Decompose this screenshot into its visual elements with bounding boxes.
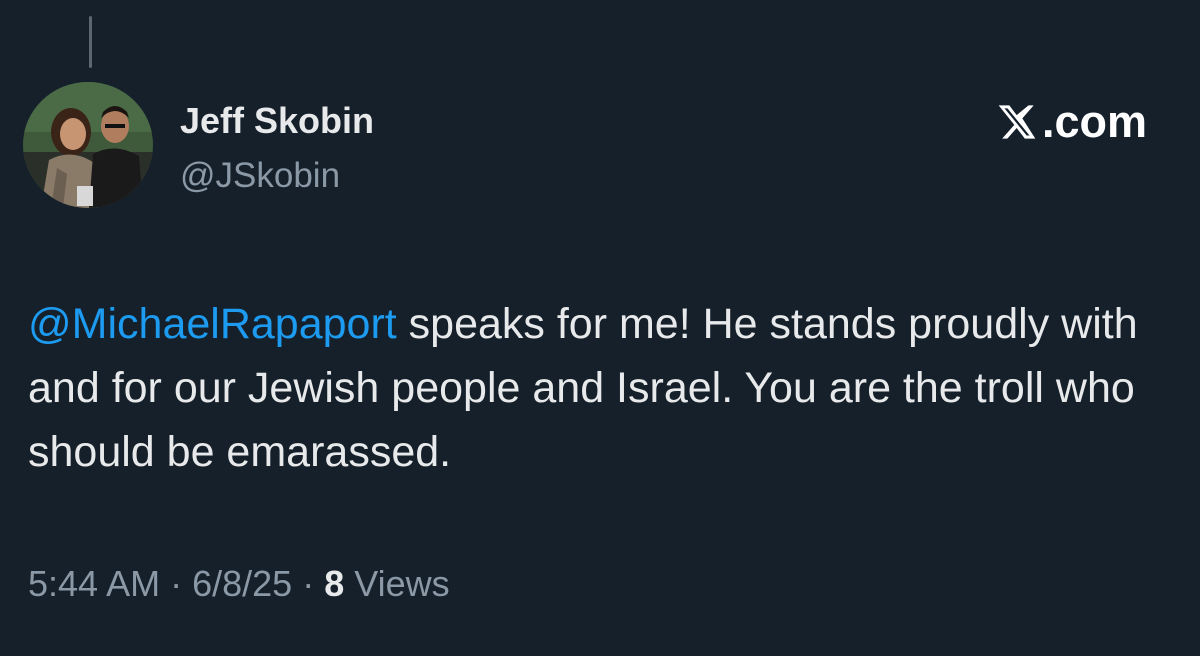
x-logo-icon <box>998 105 1036 139</box>
tweet-text: @MichaelRapaport speaks for me! He stand… <box>28 292 1178 484</box>
views-count: 8 <box>324 563 345 604</box>
tweet-time[interactable]: 5:44 AM <box>28 563 160 604</box>
meta-separator: · <box>292 563 325 604</box>
mention-link[interactable]: @MichaelRapaport <box>28 300 397 348</box>
tweet-date[interactable]: 6/8/25 <box>192 563 292 604</box>
author-handle[interactable]: @JSkobin <box>180 156 340 196</box>
brand-domain-label: .com <box>1041 96 1147 147</box>
author-name[interactable]: Jeff Skobin <box>180 100 374 142</box>
thread-connector-line <box>89 16 92 68</box>
x-brand-logo: .com <box>996 96 1147 148</box>
views-label: Views <box>354 563 450 604</box>
meta-separator: · <box>160 563 193 604</box>
avatar[interactable] <box>23 82 153 208</box>
avatar-photo <box>23 82 153 208</box>
tweet-meta: 5:44 AM · 6/8/25 · 8 Views <box>28 563 450 605</box>
